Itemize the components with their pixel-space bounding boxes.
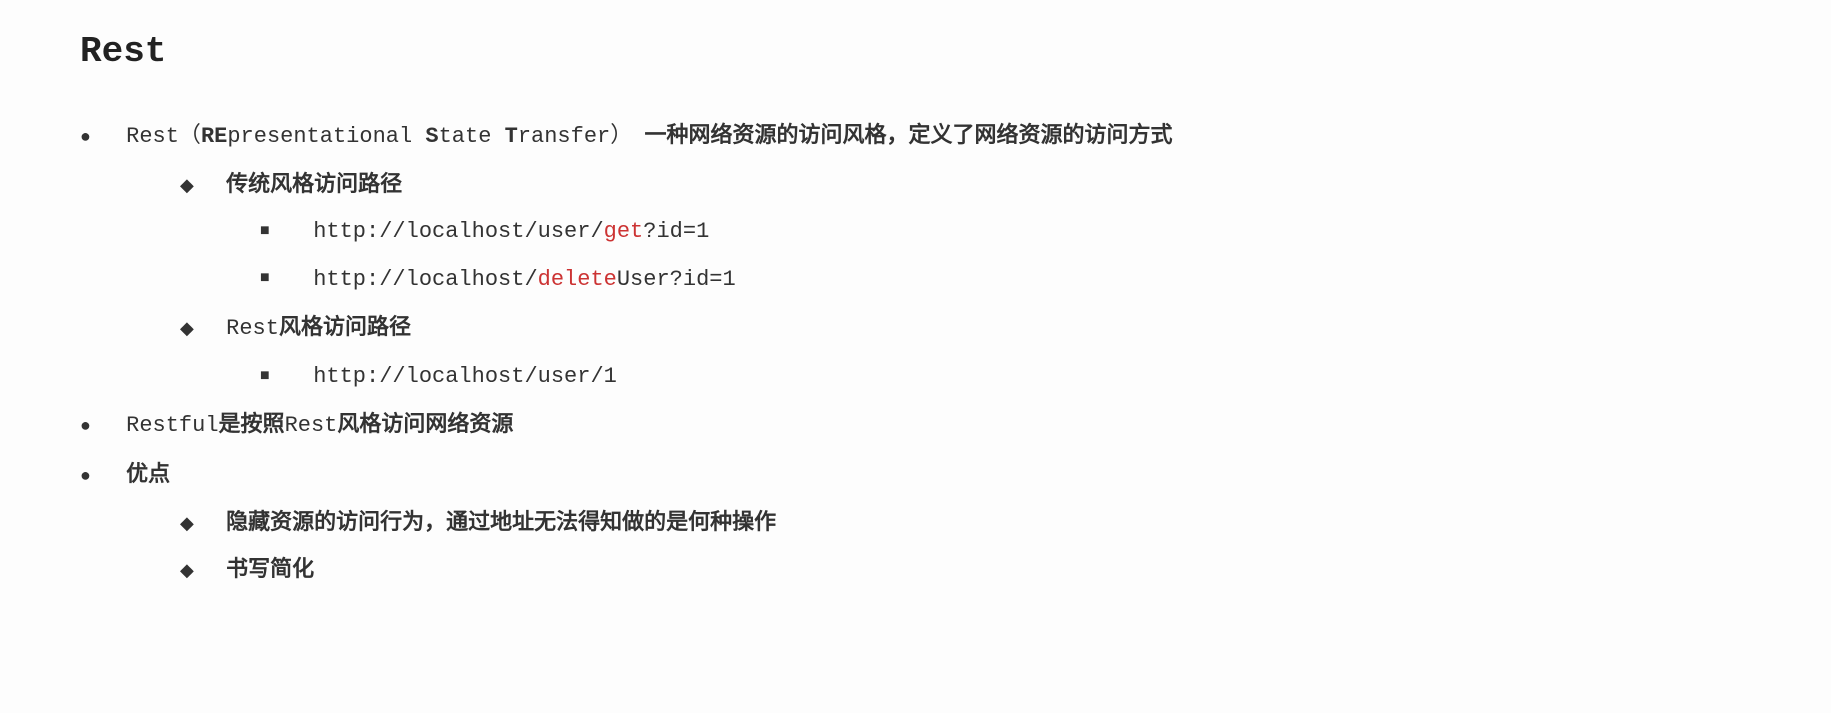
- text-t: T: [505, 124, 518, 149]
- text-advantage-hide: 隐藏资源的访问行为，通过地址无法得知做的是何种操作: [226, 509, 776, 534]
- item-rest-definition: Rest（REpresentational State Transfer） 一种…: [80, 115, 1751, 157]
- text-ransfer: ransfer）: [518, 124, 632, 149]
- item-url-delete: http://localhost/deleteUser?id=1: [260, 260, 1751, 300]
- main-list: Rest（REpresentational State Transfer） 一种…: [80, 115, 1751, 157]
- text-presentational: presentational: [227, 124, 425, 149]
- url-get-pre: http://localhost/user/: [313, 219, 603, 244]
- main-list-continued: Restful是按照Rest风格访问网络资源 优点: [80, 404, 1751, 493]
- label-rest-prefix: Rest: [226, 316, 279, 341]
- text-definition: 一种网络资源的访问风格，定义了网络资源的访问方式: [644, 122, 1172, 147]
- text-re: RE: [201, 124, 227, 149]
- label-advantages: 优点: [126, 461, 170, 486]
- sublist-styles: 传统风格访问路径: [80, 164, 1751, 204]
- text-style-access: 风格访问网络资源: [337, 411, 513, 436]
- text-s: S: [425, 124, 438, 149]
- url-get-red: get: [604, 219, 644, 244]
- item-advantage-simplify: 书写简化: [180, 549, 1751, 589]
- item-advantages: 优点: [80, 454, 1751, 494]
- item-advantage-hide: 隐藏资源的访问行为，通过地址无法得知做的是何种操作: [180, 502, 1751, 542]
- sublist-traditional-urls: http://localhost/user/get?id=1 http://lo…: [80, 212, 1751, 299]
- text-rest-prefix: Rest（: [126, 124, 201, 149]
- item-restful: Restful是按照Rest风格访问网络资源: [80, 404, 1751, 446]
- label-rest-style: 风格访问路径: [279, 314, 411, 339]
- page-title: Rest: [80, 20, 1751, 85]
- text-tate: tate: [439, 124, 505, 149]
- item-url-rest: http://localhost/user/1: [260, 357, 1751, 397]
- sublist-rest-style: Rest风格访问路径: [80, 307, 1751, 349]
- text-restful: Restful: [126, 413, 218, 438]
- text-is-according: 是按照: [219, 411, 285, 436]
- item-url-get: http://localhost/user/get?id=1: [260, 212, 1751, 252]
- sublist-rest-urls: http://localhost/user/1: [80, 357, 1751, 397]
- url-delete-red: delete: [538, 267, 617, 292]
- text-rest-word: Rest: [285, 413, 338, 438]
- url-delete-post: User?id=1: [617, 267, 736, 292]
- item-rest-style: Rest风格访问路径: [180, 307, 1751, 349]
- label-traditional: 传统风格访问路径: [226, 171, 402, 196]
- url-rest: http://localhost/user/1: [313, 364, 617, 389]
- sublist-advantages: 隐藏资源的访问行为，通过地址无法得知做的是何种操作 书写简化: [80, 502, 1751, 589]
- url-get-post: ?id=1: [643, 219, 709, 244]
- url-delete-pre: http://localhost/: [313, 267, 537, 292]
- item-traditional-style: 传统风格访问路径: [180, 164, 1751, 204]
- text-advantage-simplify: 书写简化: [226, 556, 314, 581]
